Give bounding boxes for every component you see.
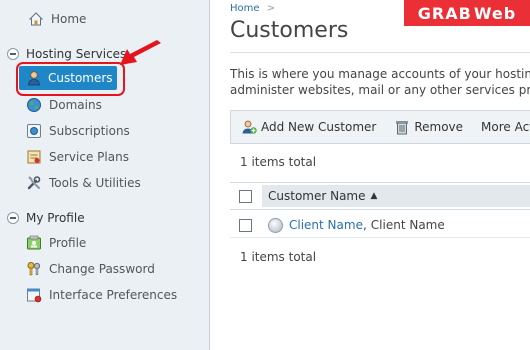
- remove-button[interactable]: Remove: [394, 119, 463, 135]
- tools-icon: [27, 176, 41, 190]
- column-header-customer-name[interactable]: Customer Name ▲: [262, 185, 530, 207]
- home-icon: [28, 12, 44, 26]
- more-actions-label: More Act: [481, 120, 530, 134]
- profile-card-icon: [27, 235, 41, 250]
- select-all-checkbox[interactable]: [239, 189, 252, 203]
- customer-company-name: Client Name: [370, 218, 445, 232]
- hosting-services-group[interactable]: Hosting Services: [7, 45, 126, 63]
- customer-link[interactable]: Client Name: [289, 218, 363, 232]
- items-total: 1 items total: [240, 155, 317, 169]
- status-icon: [268, 217, 283, 233]
- service-plan-icon: [27, 150, 41, 164]
- name-separator: ,: [362, 218, 367, 232]
- sidebar-item-label: Interface Preferences: [49, 288, 178, 302]
- sort-ascending-icon: ▲: [370, 191, 378, 201]
- group-label: My Profile: [26, 211, 85, 225]
- sidebar-item-label: Change Password: [49, 262, 155, 276]
- highlight-annotation: [16, 62, 125, 96]
- sidebar-item-label: Subscriptions: [49, 124, 130, 138]
- keys-icon: [27, 262, 41, 276]
- select-all-cell: [230, 183, 261, 209]
- breadcrumb-separator: >: [266, 3, 276, 14]
- watermark-text: Web: [473, 3, 517, 23]
- globe-icon: [27, 98, 41, 112]
- title-divider: [230, 52, 530, 53]
- description-line: administer websites, mail or any other s…: [230, 83, 530, 97]
- sidebar-item-interface-preferences[interactable]: Interface Preferences: [26, 285, 177, 305]
- add-customer-label: Add New Customer: [261, 120, 377, 134]
- remove-label: Remove: [414, 120, 464, 134]
- items-total: 1 items total: [240, 250, 317, 264]
- sidebar-item-change-password[interactable]: Change Password: [26, 259, 155, 279]
- sidebar-item-profile[interactable]: Profile: [26, 233, 86, 253]
- add-customer-button[interactable]: Add New Customer: [241, 119, 376, 135]
- sidebar-item-label: Service Plans: [49, 150, 129, 164]
- watermark-logo: GRAB Web: [404, 0, 530, 26]
- table-row: Client Name , Client Name: [230, 212, 530, 238]
- sidebar-item-subscriptions[interactable]: Subscriptions: [26, 121, 130, 141]
- arrow-annotation-icon: [120, 40, 161, 65]
- sidebar-item-service-plans[interactable]: Service Plans: [26, 147, 129, 167]
- row-checkbox[interactable]: [239, 218, 252, 232]
- breadcrumb: Home >: [230, 3, 275, 14]
- column-header-label: Customer Name: [268, 189, 366, 203]
- toolbar: Add New Customer Remove More Act: [230, 110, 530, 144]
- page-title: Customers: [230, 18, 349, 43]
- row-select-cell: [230, 212, 261, 238]
- breadcrumb-home-link[interactable]: Home: [230, 3, 260, 14]
- sidebar-item-domains[interactable]: Domains: [26, 95, 102, 115]
- more-actions-button[interactable]: More Act: [481, 120, 530, 134]
- my-profile-group[interactable]: My Profile: [7, 209, 85, 227]
- sidebar: Home Hosting Services Customers Domains …: [0, 0, 210, 350]
- subscription-icon: [27, 124, 41, 138]
- trash-icon: [396, 121, 409, 135]
- sidebar-item-label: Home: [51, 12, 87, 26]
- sidebar-item-label: Tools & Utilities: [49, 176, 141, 190]
- sidebar-item-label: Profile: [49, 236, 87, 250]
- collapse-icon[interactable]: [7, 212, 19, 224]
- sidebar-item-label: Domains: [49, 98, 102, 112]
- table-header: Customer Name ▲: [230, 182, 530, 210]
- add-user-icon: [242, 120, 257, 134]
- sidebar-item-tools-utilities[interactable]: Tools & Utilities: [26, 173, 141, 193]
- customer-name-cell: Client Name , Client Name: [268, 212, 445, 238]
- main-content: Home > Customers This is where you manag…: [211, 0, 530, 350]
- page-description: This is where you manage accounts of you…: [230, 66, 530, 98]
- watermark-text: GRAB: [417, 3, 472, 23]
- preferences-icon: [27, 288, 42, 303]
- group-label: Hosting Services: [26, 47, 127, 61]
- collapse-icon[interactable]: [7, 48, 19, 60]
- sidebar-item-home[interactable]: Home: [28, 9, 86, 29]
- description-line: This is where you manage accounts of you…: [230, 67, 530, 81]
